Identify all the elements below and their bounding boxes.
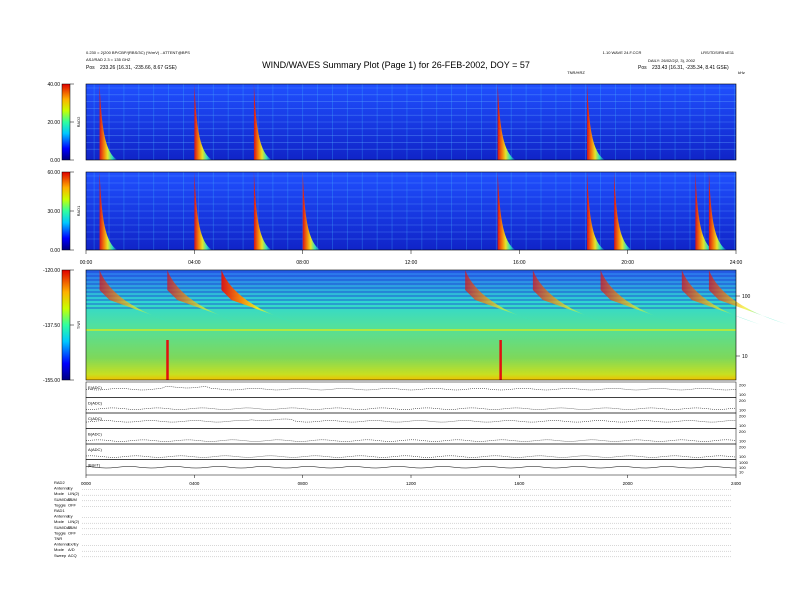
rad1-ylabel: RAD1 — [76, 205, 81, 216]
footer-row-value: Ey — [68, 514, 73, 519]
footer-row-value: SUM — [68, 525, 77, 530]
header-right-pos-label: Pos — [638, 65, 647, 71]
footer-section-title: TNR — [54, 536, 62, 541]
stack-xtick-label: 1200 — [406, 481, 417, 486]
header-right-pos-value: 233.43 (16.31, -235.34, 8.41 GSE) — [652, 65, 729, 71]
line-stack-panel: E(ADC) 200100D(ADC) 200100C(ADC) 200100B(AD… — [81, 381, 749, 486]
rad1-xtick-label: 04:00 — [188, 260, 201, 266]
footer-row-label: Mode — [54, 491, 65, 496]
footer-row-value: A/D — [68, 547, 75, 552]
line-row-label: B(ADC) — [88, 432, 102, 437]
rad1-colorbar-label: 30.00 — [47, 209, 60, 215]
line-row-frame — [85, 397, 737, 414]
summary-plot: 0.230 = 2(200 BP/CBP/(RBS/3C) (%/mV) - A… — [43, 50, 789, 558]
tnr-colorbar-label: -155.00 — [43, 378, 60, 384]
rad1-xtick-label: 12:00 — [405, 260, 418, 266]
footer-row-value: Ey — [68, 486, 73, 491]
tnr-colorbar-label: -120.00 — [43, 268, 60, 274]
tnr-background — [86, 270, 736, 380]
footer-row-value: SUM — [68, 497, 77, 502]
footer-table: RAD2Antenna EyMode LIN(2)SUM/DAFSUMToggle O… — [54, 480, 732, 558]
line-row-right-label: 100 — [739, 439, 746, 444]
line-row-right-label: 200 — [739, 414, 746, 419]
line-row-right-label: 200 — [739, 398, 746, 403]
footer-row-value: Ex/Ey — [68, 542, 78, 547]
line-series-1 — [85, 407, 737, 410]
rad1-xtick-label: 16:00 — [513, 260, 526, 266]
line-row-right-label: 10 — [739, 470, 744, 475]
line-series-2 — [85, 418, 736, 423]
line-row-right-label: 100 — [739, 454, 746, 459]
tnr-panel: -120.00 -137.50 -155.00 TNR 100 10 — [43, 268, 789, 384]
rad2-colorbar — [61, 83, 71, 161]
footer-section-title: RAD1 — [54, 508, 65, 513]
rad1-xtick-label: 00:00 — [80, 260, 93, 266]
header-right-line1: LRS/TDS/R5 vE11 — [701, 50, 735, 55]
line-row-right-label: 200 — [739, 445, 746, 450]
rad1-colorbar-label: 60.00 — [47, 170, 60, 176]
line-row-right-label: 200 — [739, 429, 746, 434]
tnr-ylabel: TNR — [76, 321, 81, 329]
rad1-xtick-label: 08:00 — [296, 260, 309, 266]
header-center-tag: TNR/HRZ — [567, 70, 585, 75]
line-row-right-label: 100 — [739, 408, 746, 413]
stack-xtick-label: 1600 — [514, 481, 525, 486]
line-row-label: A(ADC) — [88, 447, 102, 452]
header-left-line2: ASJ/RAD 2.3 = 135 GHZ — [86, 57, 131, 62]
line-row-right-label: 100 — [739, 423, 746, 428]
stack-xtick-label: 2000 — [623, 481, 634, 486]
footer-row-value: OFF — [68, 530, 77, 535]
tnr-spike-1 — [499, 340, 502, 380]
rad2-colorbar-label: 20.00 — [47, 120, 60, 126]
line-row-right-label: 200 — [739, 383, 746, 388]
footer-row-label: Mode — [54, 519, 65, 524]
footer-row-label: Mode — [54, 547, 65, 552]
line-series-3 — [85, 439, 737, 442]
rad1-xtick-label: 20:00 — [621, 260, 634, 266]
footer-section-title: RAD2 — [54, 480, 65, 485]
rad1-colorbar-label: 0.00 — [50, 248, 60, 254]
line-row-label: C(ADC) — [88, 416, 103, 421]
line-row-frame — [85, 428, 737, 445]
header-left-line1: 0.230 = 2(200 BP/CBP/(RBS/3C) (%/mV) - A… — [86, 50, 190, 55]
plot-title: WIND/WAVES Summary Plot (Page 1) for 26-… — [262, 60, 530, 70]
header-left-pos-label: Pos — [86, 65, 95, 71]
line-series-5 — [85, 466, 737, 469]
stack-xtick-label: 0400 — [189, 481, 200, 486]
line-row-frame — [85, 443, 737, 460]
rad2-colorbar-label: 0.00 — [50, 158, 60, 164]
stack-xtick-label: 0000 — [81, 481, 92, 486]
tnr-right-label: 10 — [742, 354, 748, 360]
rad1-xtick-label: 24:00 — [730, 260, 743, 266]
rad1-panel: 60.00 30.00 0.00 RAD1 00:00 04:00 08:00 12:00 16… — [47, 170, 742, 266]
footer-row-label: Toggle — [54, 502, 67, 507]
rad1-colorbar — [61, 171, 71, 251]
tnr-colorbar — [61, 269, 71, 381]
header-right-line2: 1.10 WAVE 24.F.CCR — [603, 50, 642, 55]
tnr-spike-0 — [166, 340, 169, 380]
rad2-colorbar-label: 40.00 — [47, 82, 60, 88]
footer-row-value: ACQ — [68, 553, 77, 558]
footer-row-value: LIN(2) — [68, 491, 80, 496]
footer-row-value: OFF — [68, 502, 77, 507]
line-row-label: D(ADC) — [88, 401, 103, 406]
tnr-colorbar-label: -137.50 — [43, 323, 60, 329]
line-row-right-label: 100 — [739, 392, 746, 397]
tnr-right-label: 100 — [742, 294, 751, 300]
rad2-panel: 40.00 20.00 0.00 RAD2 — [47, 82, 737, 164]
header-left-pos-value: 233.26 (16.31, -235.66, 8.67 GSE) — [100, 65, 177, 71]
unit-tag: kHz — [738, 70, 745, 75]
stack-xtick-label: 2400 — [731, 481, 742, 486]
line-series-0 — [85, 386, 737, 391]
footer-row-label: Toggle — [54, 530, 67, 535]
stack-xtick-label: 0800 — [298, 481, 309, 486]
header-right-line3: DAILY: 26/02/2(2, 3), 2002 — [648, 58, 696, 63]
footer-row-label: Sweep — [54, 553, 67, 558]
rad2-ylabel: RAD2 — [76, 116, 81, 127]
line-row-label: E(ADC) — [88, 385, 102, 390]
footer-row-value: LIN(2) — [68, 519, 80, 524]
line-series-4 — [85, 455, 737, 458]
